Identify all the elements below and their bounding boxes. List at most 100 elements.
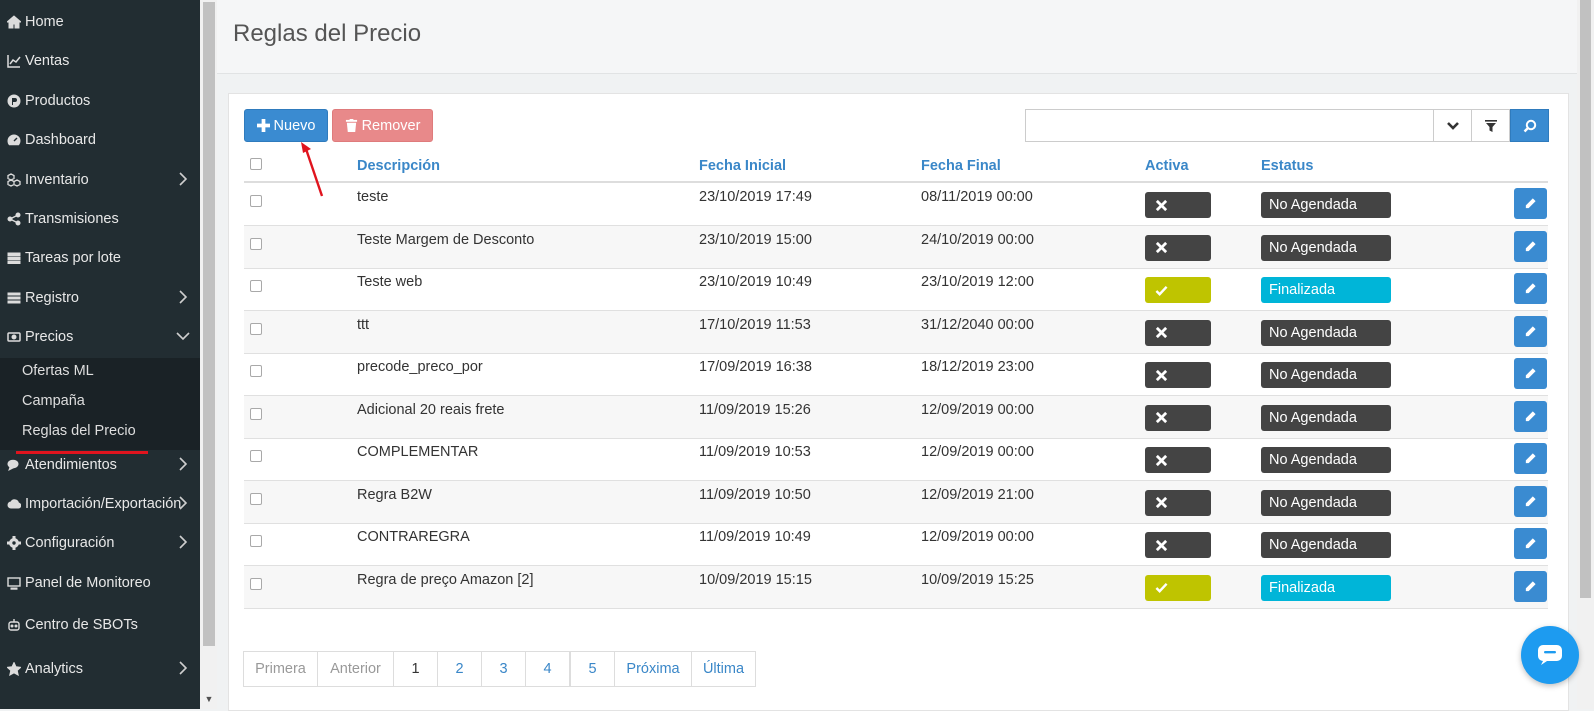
- edit-button[interactable]: [1514, 570, 1547, 602]
- new-button[interactable]: Nuevo: [244, 109, 328, 142]
- row-checkbox[interactable]: [250, 450, 262, 462]
- scroll-down-icon[interactable]: ▼: [203, 693, 215, 705]
- sidebar-item-ventas[interactable]: Ventas: [0, 42, 200, 80]
- pagination-2[interactable]: 2: [437, 651, 482, 687]
- filter-icon: [1484, 119, 1497, 132]
- dropdown-toggle-button[interactable]: [1433, 109, 1472, 142]
- pagination-3[interactable]: 3: [481, 651, 526, 687]
- active-toggle-off[interactable]: [1145, 319, 1211, 346]
- sidebar-item-registro[interactable]: Registro: [0, 279, 200, 317]
- pagination-anterior: Anterior: [317, 651, 394, 687]
- status-badge: Finalizada: [1261, 574, 1391, 601]
- chevron-right-icon: [176, 172, 190, 186]
- sidebar-item-productos[interactable]: Productos: [0, 82, 200, 120]
- active-toggle-off[interactable]: [1145, 192, 1211, 218]
- row-fecha-inicial: 11/09/2019 10:49: [699, 529, 811, 545]
- row-fecha-final: 23/10/2019 12:00: [921, 274, 1034, 290]
- row-fecha-inicial: 10/09/2019 15:15: [699, 571, 812, 588]
- chevron-right-icon: [176, 290, 190, 304]
- active-toggle-off[interactable]: [1145, 404, 1211, 431]
- active-toggle-off[interactable]: [1145, 532, 1211, 558]
- active-toggle-off[interactable]: [1145, 234, 1211, 261]
- active-toggle-off[interactable]: [1145, 362, 1211, 388]
- row-fecha-inicial: 23/10/2019 10:49: [699, 274, 812, 290]
- sidebar-scrollbar-thumb[interactable]: [203, 2, 215, 646]
- edit-button[interactable]: [1514, 273, 1547, 304]
- edit-button[interactable]: [1514, 188, 1547, 219]
- chat-widget-button[interactable]: [1521, 626, 1579, 684]
- pagination-5[interactable]: 5: [570, 651, 615, 687]
- submenu-item-ofertas-ml[interactable]: Ofertas ML: [22, 363, 94, 379]
- edit-button[interactable]: [1514, 443, 1547, 474]
- column-header-estatus[interactable]: Estatus: [1261, 158, 1313, 174]
- sidebar-item-inventario[interactable]: Inventario: [0, 161, 200, 199]
- row-checkbox[interactable]: [250, 577, 262, 590]
- product-icon: [7, 94, 21, 108]
- edit-button[interactable]: [1514, 358, 1547, 389]
- sidebar-item-label: Centro de SBOTs: [25, 617, 138, 633]
- row-fecha-final: 12/09/2019 00:00: [921, 529, 1034, 545]
- row-checkbox[interactable]: [250, 322, 262, 335]
- sidebar-item-importacion-exportacion[interactable]: Importación/Exportación: [0, 485, 200, 523]
- sidebar-item-tareas-por-lote[interactable]: Tareas por lote: [0, 239, 200, 277]
- pencil-icon: [1525, 453, 1536, 464]
- pencil-icon: [1525, 198, 1536, 209]
- pencil-icon: [1525, 325, 1536, 336]
- sidebar-item-home[interactable]: Home: [0, 3, 200, 41]
- search-icon: [1523, 119, 1536, 132]
- sidebar-item-precios[interactable]: Precios: [0, 318, 200, 356]
- filter-button[interactable]: [1471, 109, 1510, 142]
- active-toggle-off[interactable]: [1145, 447, 1211, 473]
- sidebar-item-label: Productos: [25, 93, 91, 109]
- status-badge: Finalizada: [1261, 277, 1391, 303]
- active-toggle-on[interactable]: [1145, 574, 1211, 601]
- row-checkbox[interactable]: [250, 365, 262, 377]
- sidebar-item-dashboard[interactable]: Dashboard: [0, 121, 200, 159]
- plus-icon: [256, 119, 270, 132]
- row-checkbox[interactable]: [250, 492, 262, 505]
- remove-button[interactable]: Remover: [332, 109, 433, 142]
- sidebar-item-configuracion[interactable]: Configuración: [0, 524, 200, 562]
- search-input[interactable]: [1025, 109, 1434, 142]
- sidebar-item-label: Dashboard: [25, 132, 96, 148]
- page-title: Reglas del Precio: [233, 20, 422, 47]
- column-header-activa[interactable]: Activa: [1145, 158, 1189, 174]
- edit-button[interactable]: [1514, 315, 1547, 347]
- close-icon: [1155, 411, 1168, 424]
- column-header-descripcion[interactable]: Descripción: [357, 158, 440, 174]
- pencil-icon: [1525, 538, 1536, 549]
- edit-button[interactable]: [1514, 400, 1547, 432]
- submenu-item-campana[interactable]: Campaña: [22, 393, 85, 409]
- status-badge: No Agendada: [1261, 532, 1391, 558]
- active-toggle-on[interactable]: [1145, 277, 1211, 303]
- sidebar-item-label: Transmisiones: [25, 211, 119, 227]
- row-checkbox[interactable]: [250, 535, 262, 547]
- close-icon: [1155, 539, 1168, 551]
- sidebar-item-label: Configuración: [25, 535, 115, 551]
- edit-button[interactable]: [1514, 528, 1547, 559]
- active-toggle-off[interactable]: [1145, 489, 1211, 516]
- row-checkbox[interactable]: [250, 407, 262, 420]
- pagination-1[interactable]: 1: [393, 651, 438, 687]
- row-checkbox[interactable]: [250, 195, 262, 207]
- sidebar-item-panel-de-monitoreo[interactable]: Panel de Monitoreo: [0, 564, 200, 602]
- pagination-primera: Primera: [243, 651, 318, 687]
- edit-button[interactable]: [1514, 485, 1547, 517]
- column-header-fecha-final[interactable]: Fecha Final: [921, 158, 1001, 174]
- pagination-4[interactable]: 4: [525, 651, 570, 687]
- row-checkbox[interactable]: [250, 280, 262, 292]
- search-button[interactable]: [1510, 109, 1549, 142]
- pagination-proxima[interactable]: Próxima: [614, 651, 692, 687]
- sidebar-item-analytics[interactable]: Analytics: [0, 650, 200, 688]
- close-icon: [1155, 369, 1168, 381]
- submenu-item-reglas-del-precio[interactable]: Reglas del Precio: [22, 423, 136, 439]
- pagination-ultima[interactable]: Última: [691, 651, 756, 687]
- page-scrollbar-thumb[interactable]: [1580, 0, 1591, 598]
- row-checkbox[interactable]: [250, 237, 262, 250]
- select-all-checkbox[interactable]: [250, 158, 262, 170]
- sidebar-item-transmisiones[interactable]: Transmisiones: [0, 200, 200, 238]
- home-icon: [7, 15, 21, 29]
- column-header-fecha-inicial[interactable]: Fecha Inicial: [699, 158, 786, 174]
- edit-button[interactable]: [1514, 230, 1547, 262]
- sidebar-item-centro-de-sbots[interactable]: Centro de SBOTs: [0, 606, 200, 644]
